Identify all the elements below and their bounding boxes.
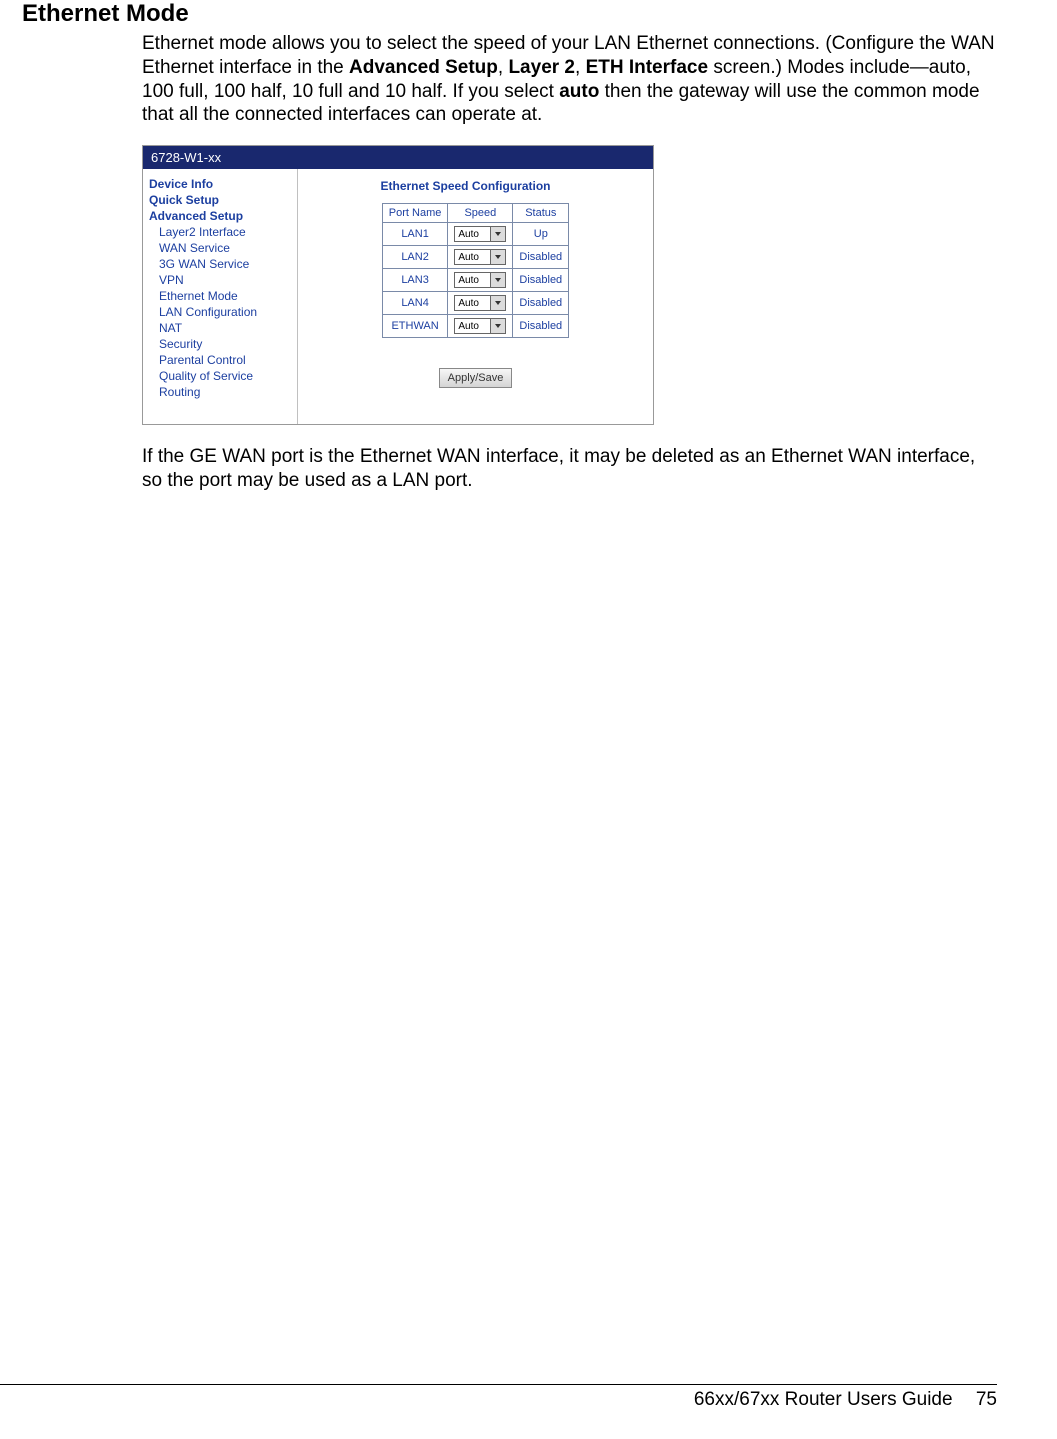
speed-value: Auto [458, 229, 479, 240]
nav-security[interactable]: Security [159, 337, 297, 351]
p1-b1: Advanced Setup [349, 57, 498, 78]
router-model-header: 6728-W1-xx [143, 146, 653, 169]
p1-b4: auto [559, 81, 599, 102]
nav-advanced-setup[interactable]: Advanced Setup [149, 209, 297, 223]
config-title: Ethernet Speed Configuration [278, 179, 653, 193]
table-row: LAN2 Auto Disabled [382, 246, 568, 269]
page-footer: 66xx/67xx Router Users Guide 75 [0, 1384, 997, 1411]
p1-s2: , [575, 57, 586, 78]
chevron-down-icon [490, 250, 505, 264]
nav-lan-config[interactable]: LAN Configuration [159, 305, 297, 319]
router-nav: Device Info Quick Setup Advanced Setup L… [143, 169, 298, 424]
port-cell: ETHWAN [382, 315, 448, 338]
port-cell: LAN1 [382, 223, 448, 246]
chevron-down-icon [490, 319, 505, 333]
p1-s1: , [498, 57, 509, 78]
nav-nat[interactable]: NAT [159, 321, 297, 335]
port-cell: LAN3 [382, 269, 448, 292]
table-row: ETHWAN Auto Disabled [382, 315, 568, 338]
table-row: LAN4 Auto Disabled [382, 292, 568, 315]
nav-routing[interactable]: Routing [159, 385, 297, 399]
speed-table: Port Name Speed Status LAN1 Auto Up LAN2… [382, 203, 569, 338]
router-screenshot: 6728-W1-xx Device Info Quick Setup Advan… [142, 145, 654, 425]
col-status: Status [513, 204, 569, 223]
status-cell: Disabled [513, 292, 569, 315]
nav-parental[interactable]: Parental Control [159, 353, 297, 367]
speed-select-lan1[interactable]: Auto [454, 226, 506, 242]
nav-wan-service[interactable]: WAN Service [159, 241, 297, 255]
p1-b3: ETH Interface [586, 57, 708, 78]
footer-guide-title: 66xx/67xx Router Users Guide [694, 1389, 953, 1410]
status-cell: Up [513, 223, 569, 246]
paragraph-2: If the GE WAN port is the Ethernet WAN i… [142, 445, 997, 493]
nav-device-info[interactable]: Device Info [149, 177, 297, 191]
speed-select-lan4[interactable]: Auto [454, 295, 506, 311]
nav-ethernet-mode[interactable]: Ethernet Mode [159, 289, 297, 303]
speed-value: Auto [458, 321, 479, 332]
nav-3g-wan[interactable]: 3G WAN Service [159, 257, 297, 271]
footer-page-number: 75 [976, 1389, 997, 1410]
col-port: Port Name [382, 204, 448, 223]
chevron-down-icon [490, 296, 505, 310]
nav-qos[interactable]: Quality of Service [159, 369, 297, 383]
speed-value: Auto [458, 252, 479, 263]
col-speed: Speed [448, 204, 513, 223]
chevron-down-icon [490, 227, 505, 241]
status-cell: Disabled [513, 269, 569, 292]
table-header-row: Port Name Speed Status [382, 204, 568, 223]
paragraph-1: Ethernet mode allows you to select the s… [142, 32, 997, 127]
speed-select-lan2[interactable]: Auto [454, 249, 506, 265]
status-cell: Disabled [513, 246, 569, 269]
speed-value: Auto [458, 275, 479, 286]
nav-layer2[interactable]: Layer2 Interface [159, 225, 297, 239]
port-cell: LAN4 [382, 292, 448, 315]
table-row: LAN1 Auto Up [382, 223, 568, 246]
p1-b2: Layer 2 [508, 57, 575, 78]
status-cell: Disabled [513, 315, 569, 338]
chevron-down-icon [490, 273, 505, 287]
speed-value: Auto [458, 298, 479, 309]
table-row: LAN3 Auto Disabled [382, 269, 568, 292]
apply-save-button[interactable]: Apply/Save [439, 368, 513, 388]
speed-select-lan3[interactable]: Auto [454, 272, 506, 288]
port-cell: LAN2 [382, 246, 448, 269]
nav-vpn[interactable]: VPN [159, 273, 297, 287]
speed-select-ethwan[interactable]: Auto [454, 318, 506, 334]
section-title: Ethernet Mode [22, 0, 997, 28]
nav-quick-setup[interactable]: Quick Setup [149, 193, 297, 207]
